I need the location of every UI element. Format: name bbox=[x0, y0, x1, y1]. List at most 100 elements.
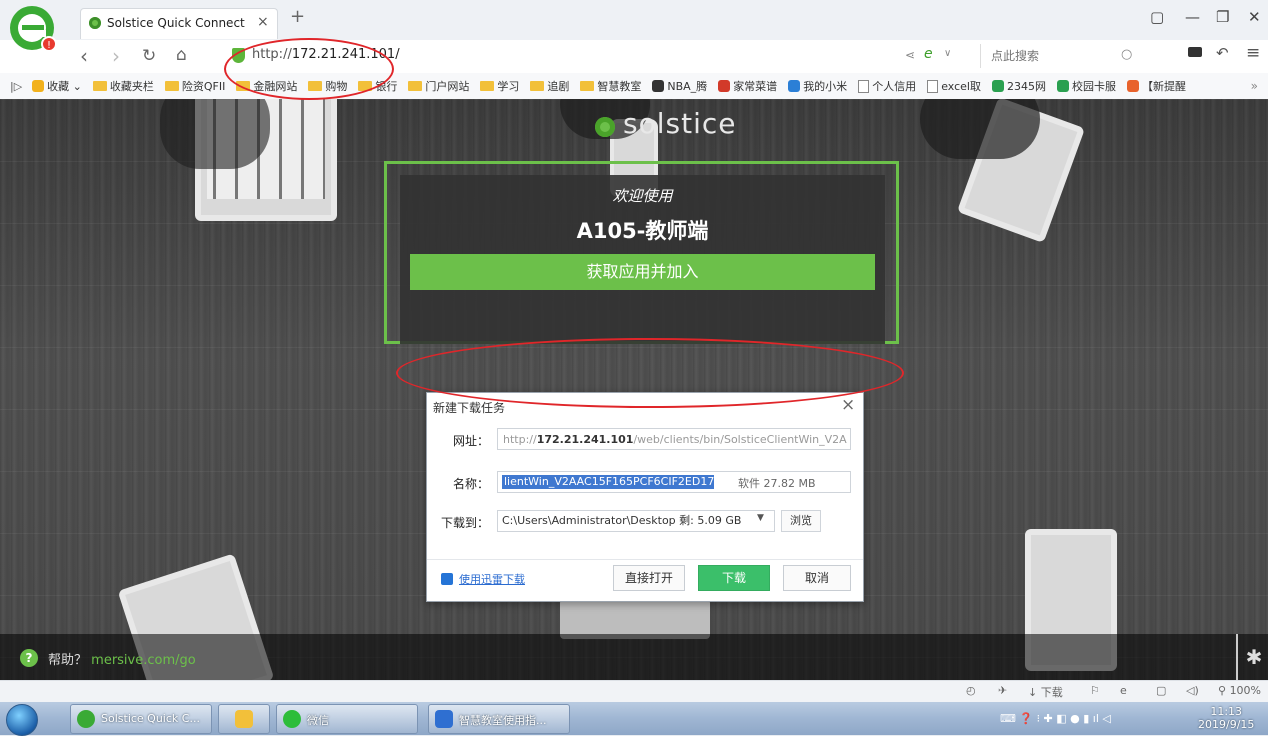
cancel-button[interactable]: 取消 bbox=[783, 565, 851, 591]
search-input[interactable] bbox=[989, 48, 1113, 64]
more-bookmarks-icon[interactable]: » bbox=[1251, 79, 1258, 93]
downloads-status[interactable]: ↓ 下载 bbox=[1028, 684, 1063, 700]
help-text: 帮助？ mersive.com/go bbox=[48, 653, 196, 668]
gear-icon[interactable]: ✱ bbox=[1236, 634, 1268, 680]
bookmark-item[interactable]: 2345网 bbox=[991, 78, 1046, 94]
tab-close-icon[interactable]: × bbox=[257, 14, 269, 30]
bookmark-item[interactable]: 我的小米 bbox=[788, 78, 847, 94]
undo-icon[interactable]: ↶ bbox=[1216, 44, 1229, 62]
solstice-logo-icon bbox=[595, 117, 615, 137]
bookmark-label: 学习 bbox=[497, 80, 520, 93]
home-icon[interactable]: ⌂ bbox=[176, 45, 187, 65]
bookmark-item[interactable]: 学习 bbox=[480, 78, 519, 94]
bookmark-label: 个人信用 bbox=[872, 80, 917, 93]
forward-icon[interactable]: › bbox=[112, 44, 120, 68]
get-app-and-join-button[interactable]: 获取应用并加入 bbox=[410, 254, 875, 290]
sound-icon[interactable]: ◁) bbox=[1186, 684, 1199, 697]
minimize-button[interactable]: — bbox=[1185, 8, 1200, 26]
wps-icon bbox=[435, 710, 453, 728]
refresh-icon[interactable]: ↻ bbox=[142, 46, 156, 66]
help-link[interactable]: mersive.com/go bbox=[91, 653, 196, 668]
new-tab-button[interactable]: + bbox=[290, 6, 305, 27]
share-icon[interactable]: ⋖ bbox=[905, 48, 915, 62]
taskbar-item-solstice[interactable]: Solstice Quick C... bbox=[70, 704, 212, 734]
page-icon bbox=[927, 79, 939, 93]
bookmark-item[interactable]: excel取 bbox=[927, 78, 981, 94]
xiaomi-icon bbox=[788, 80, 801, 92]
back-icon[interactable]: ‹ bbox=[80, 44, 88, 68]
speed-icon[interactable]: ◴ bbox=[966, 684, 976, 697]
tray-icons[interactable]: ⌨ ❓ ⁝ ✚ ◧ ● ▮ ıl ◁ bbox=[1000, 712, 1111, 725]
search-icon[interactable]: ○ bbox=[1121, 47, 1132, 62]
bookmark-item[interactable]: 智慧教室 bbox=[580, 78, 641, 94]
restore-button[interactable]: ❐ bbox=[1216, 8, 1229, 26]
bookmark-item[interactable]: 收藏 ⌄ bbox=[32, 78, 82, 94]
flag-icon[interactable]: ⚐ bbox=[1090, 684, 1100, 697]
file-size: 软件 27.82 MB bbox=[738, 477, 816, 490]
navigation-bar: ‹ › ↻ ⌂ http://172.21.241.101/ ⋖ e ∨ ○ ↶… bbox=[0, 40, 1268, 73]
dialog-close-icon[interactable]: × bbox=[841, 395, 855, 415]
skin-icon[interactable]: ▢ bbox=[1150, 8, 1164, 26]
folder-icon bbox=[408, 81, 423, 91]
folder-icon bbox=[92, 81, 107, 91]
nba-icon bbox=[652, 80, 665, 92]
folder-icon bbox=[580, 81, 595, 91]
browser-logo-icon: ! bbox=[10, 6, 57, 52]
bookmark-label: 门户网站 bbox=[425, 80, 470, 93]
menu-icon[interactable]: ≡ bbox=[1246, 43, 1260, 63]
download-url-field[interactable]: http://172.21.241.101/web/clients/bin/So… bbox=[497, 428, 851, 450]
battery-icon[interactable] bbox=[1188, 47, 1202, 57]
folder-icon bbox=[530, 81, 545, 91]
path-dropdown-icon[interactable]: ▼ bbox=[757, 513, 764, 523]
browser-e-icon[interactable]: e bbox=[924, 46, 933, 62]
recipe-icon bbox=[718, 80, 731, 92]
bookmark-label: 2345网 bbox=[1006, 80, 1046, 93]
file-name-selected[interactable]: lientWin_V2AAC15F165PCF6CIF2ED175E bbox=[502, 475, 714, 489]
save-path-field[interactable]: C:\Users\Administrator\Desktop 剩: 5.09 G… bbox=[497, 510, 775, 532]
pin-icon[interactable]: ✈ bbox=[998, 684, 1007, 697]
bookmark-item[interactable]: 险资QFII bbox=[164, 78, 226, 94]
bookmark-item[interactable]: 校园卡服 bbox=[1056, 78, 1116, 94]
taskbar: Solstice Quick C... 微信 智慧教室使用指... ⌨ ❓ ⁝ … bbox=[0, 702, 1268, 736]
bookmark-item[interactable]: 【新提醒 bbox=[1126, 78, 1186, 94]
bookmark-label: NBA_腾 bbox=[667, 80, 708, 93]
bookmark-item[interactable]: 个人信用 bbox=[858, 78, 916, 94]
bookmark-item[interactable]: 门户网站 bbox=[408, 78, 469, 94]
ie-mode-icon[interactable]: e bbox=[1120, 684, 1127, 697]
bookmark-label: 险资QFII bbox=[181, 80, 226, 93]
hand-image bbox=[920, 99, 1040, 159]
help-icon[interactable]: ? bbox=[20, 649, 38, 667]
bookmarks-bar: |▷ 收藏 ⌄ 收藏夹栏 险资QFII 金融网站 购物 银行 门户网站 学习 追剧 智慧教室 NBA… bbox=[0, 73, 1268, 100]
browse-button[interactable]: 浏览 bbox=[781, 510, 821, 532]
bookmark-label: 家常菜谱 bbox=[733, 80, 778, 93]
welcome-panel: 欢迎使用 A105-教师端 获取应用并加入 bbox=[400, 175, 885, 344]
bookmark-label: 校园卡服 bbox=[1071, 80, 1116, 93]
zoom-level[interactable]: ⚲ 100% bbox=[1218, 684, 1261, 697]
browser-tab[interactable]: Solstice Quick Connect × bbox=[80, 8, 278, 39]
bookmark-label: 收藏 ⌄ bbox=[47, 80, 82, 93]
bookmark-item[interactable]: 追剧 bbox=[530, 78, 569, 94]
window-icon[interactable]: ▢ bbox=[1156, 684, 1166, 697]
search-box[interactable]: ○ bbox=[980, 44, 1145, 68]
open-directly-button[interactable]: 直接打开 bbox=[613, 565, 685, 591]
start-button[interactable] bbox=[6, 704, 38, 736]
taskbar-item-guide[interactable]: 智慧教室使用指... bbox=[428, 704, 570, 734]
bookmark-item[interactable]: 收藏夹栏 bbox=[92, 78, 154, 94]
bookmark-item[interactable]: 家常菜谱 bbox=[718, 78, 777, 94]
chevron-down-icon[interactable]: ∨ bbox=[944, 48, 951, 59]
solstice-favicon-icon bbox=[89, 17, 101, 29]
site-icon bbox=[991, 80, 1004, 92]
url-annotation-oval bbox=[224, 38, 394, 100]
folder-icon bbox=[480, 81, 495, 91]
sidebar-toggle-icon[interactable]: |▷ bbox=[10, 80, 22, 93]
clock[interactable]: 11:13 2019/9/15 bbox=[1198, 705, 1254, 731]
join-annotation-oval bbox=[396, 338, 904, 408]
bookmark-item[interactable]: NBA_腾 bbox=[652, 78, 707, 94]
file-name-field[interactable]: lientWin_V2AAC15F165PCF6CIF2ED175E 软件 27… bbox=[497, 471, 851, 493]
star-icon bbox=[32, 80, 45, 92]
download-button[interactable]: 下载 bbox=[698, 565, 770, 591]
close-window-button[interactable]: ✕ bbox=[1248, 8, 1261, 26]
taskbar-item-explorer[interactable] bbox=[218, 704, 270, 734]
xunlei-download-link[interactable]: 使用迅雷下载 bbox=[459, 571, 525, 587]
taskbar-item-wechat[interactable]: 微信 bbox=[276, 704, 418, 734]
